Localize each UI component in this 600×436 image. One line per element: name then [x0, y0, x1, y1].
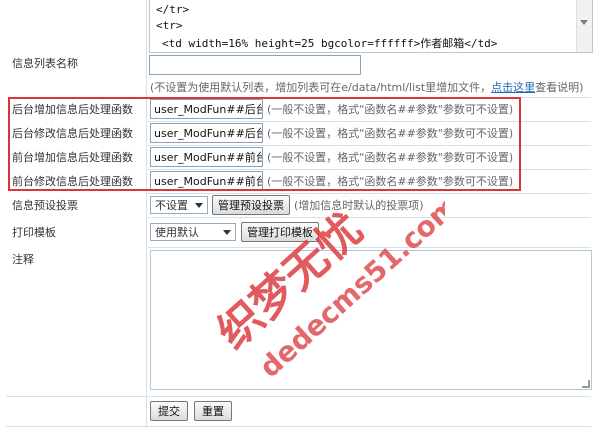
code-line: <tr>	[156, 19, 183, 32]
field-label: 信息预设投票	[6, 193, 148, 217]
vote-select[interactable]: 不设置	[150, 196, 208, 214]
scrollbar[interactable]	[576, 0, 592, 52]
scroll-down-icon[interactable]	[580, 20, 588, 25]
list-name-input[interactable]	[149, 55, 361, 75]
reset-button[interactable]: 重置	[194, 401, 232, 421]
field-label: 注释	[6, 247, 148, 396]
manage-print-template-button[interactable]: 管理打印模板	[241, 222, 319, 242]
field-label: 打印模板	[6, 217, 148, 247]
highlight-box	[8, 97, 521, 191]
row-actions: 提交 重置	[6, 396, 591, 427]
row-print: 打印模板 使用默认 管理打印模板	[6, 217, 591, 248]
code-line: </tr>	[156, 3, 190, 16]
form-table: </tr> <tr> <td width=16% height=25 bgcol…	[6, 0, 593, 436]
row-vote: 信息预设投票 不设置 管理预设投票 (增加信息时默认的投票项)	[6, 193, 591, 218]
field-note: (增加信息时默认的投票项)	[294, 199, 424, 212]
row-list-name: 信息列表名称 (不设置为使用默认列表，增加列表可在e/data/html/lis…	[6, 51, 591, 98]
print-template-select[interactable]: 使用默认	[150, 223, 236, 241]
list-name-note: (不设置为使用默认列表，增加列表可在e/data/html/list里增加文件，…	[150, 81, 584, 94]
row-remark: 注释	[6, 247, 592, 397]
remark-textarea[interactable]	[150, 250, 592, 390]
field-label: 信息列表名称	[6, 51, 148, 97]
row-code: </tr> <tr> <td width=16% height=25 bgcol…	[6, 0, 593, 53]
help-link[interactable]: 点击这里	[491, 81, 535, 94]
resize-handle[interactable]	[582, 380, 590, 388]
manage-vote-button[interactable]: 管理预设投票	[212, 195, 290, 215]
template-code-textarea[interactable]: </tr> <tr> <td width=16% height=25 bgcol…	[149, 0, 593, 53]
chevron-down-icon	[223, 229, 231, 235]
code-line: <td width=16% height=25 bgcolor=ffffff>作…	[162, 37, 498, 50]
submit-button[interactable]: 提交	[150, 401, 188, 421]
chevron-down-icon	[195, 202, 203, 208]
